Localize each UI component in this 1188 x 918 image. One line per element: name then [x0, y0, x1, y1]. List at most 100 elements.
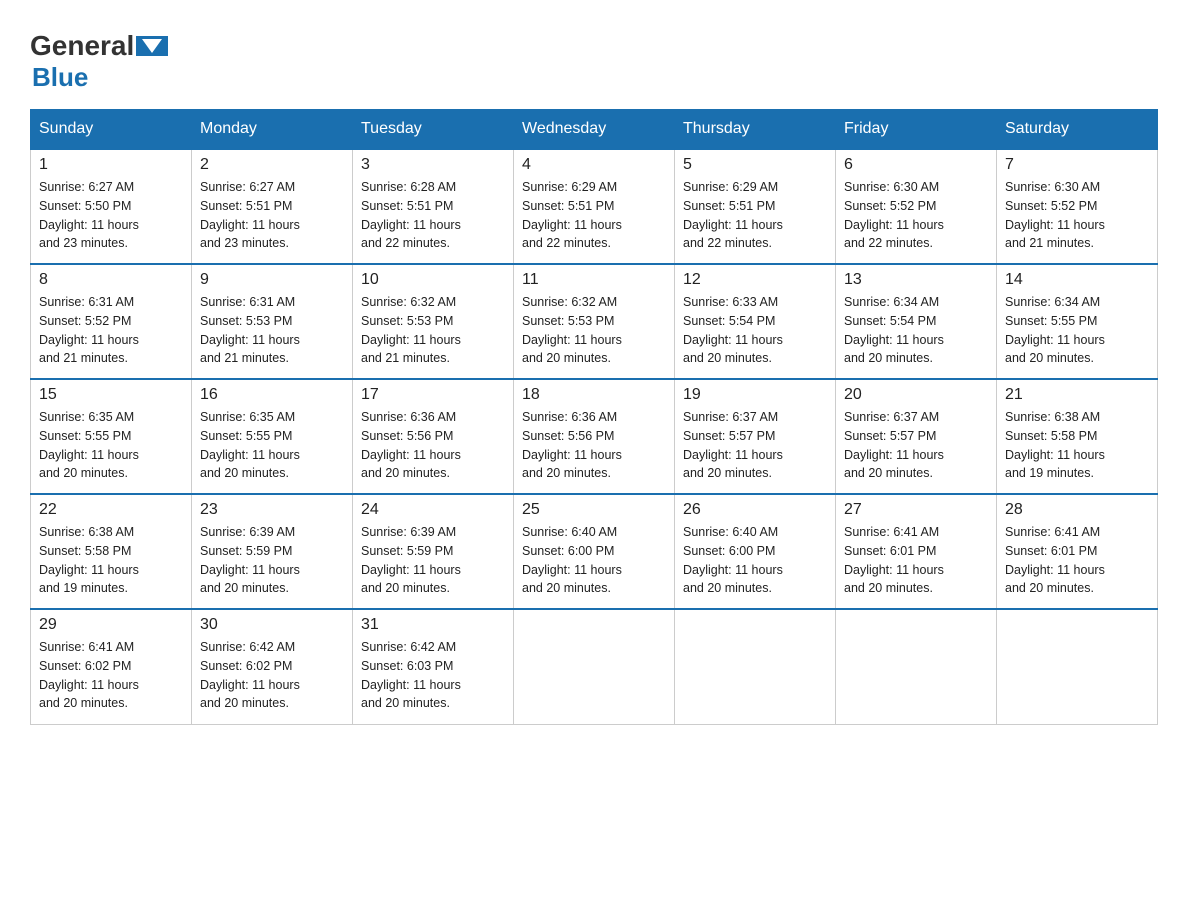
day-info: Sunrise: 6:42 AMSunset: 6:02 PMDaylight:…: [200, 640, 300, 710]
calendar-cell: 28 Sunrise: 6:41 AMSunset: 6:01 PMDaylig…: [997, 494, 1158, 609]
calendar-header-wednesday: Wednesday: [514, 110, 675, 150]
calendar-cell: 9 Sunrise: 6:31 AMSunset: 5:53 PMDayligh…: [192, 264, 353, 379]
day-info: Sunrise: 6:28 AMSunset: 5:51 PMDaylight:…: [361, 180, 461, 250]
calendar-cell: 27 Sunrise: 6:41 AMSunset: 6:01 PMDaylig…: [836, 494, 997, 609]
logo-text: General: [30, 30, 168, 62]
calendar-cell: 16 Sunrise: 6:35 AMSunset: 5:55 PMDaylig…: [192, 379, 353, 494]
day-number: 1: [39, 156, 183, 174]
calendar-cell: 20 Sunrise: 6:37 AMSunset: 5:57 PMDaylig…: [836, 379, 997, 494]
calendar-cell: [675, 609, 836, 724]
day-number: 31: [361, 616, 505, 634]
calendar-cell: 10 Sunrise: 6:32 AMSunset: 5:53 PMDaylig…: [353, 264, 514, 379]
day-info: Sunrise: 6:38 AMSunset: 5:58 PMDaylight:…: [39, 525, 139, 595]
day-number: 6: [844, 156, 988, 174]
calendar-cell: 13 Sunrise: 6:34 AMSunset: 5:54 PMDaylig…: [836, 264, 997, 379]
calendar-cell: 18 Sunrise: 6:36 AMSunset: 5:56 PMDaylig…: [514, 379, 675, 494]
calendar-header-row: SundayMondayTuesdayWednesdayThursdayFrid…: [31, 110, 1158, 150]
day-number: 25: [522, 501, 666, 519]
day-info: Sunrise: 6:27 AMSunset: 5:51 PMDaylight:…: [200, 180, 300, 250]
calendar-cell: 1 Sunrise: 6:27 AMSunset: 5:50 PMDayligh…: [31, 149, 192, 264]
calendar-cell: 14 Sunrise: 6:34 AMSunset: 5:55 PMDaylig…: [997, 264, 1158, 379]
calendar-cell: 22 Sunrise: 6:38 AMSunset: 5:58 PMDaylig…: [31, 494, 192, 609]
day-info: Sunrise: 6:37 AMSunset: 5:57 PMDaylight:…: [683, 410, 783, 480]
day-number: 9: [200, 271, 344, 289]
calendar-week-row: 15 Sunrise: 6:35 AMSunset: 5:55 PMDaylig…: [31, 379, 1158, 494]
calendar-cell: 6 Sunrise: 6:30 AMSunset: 5:52 PMDayligh…: [836, 149, 997, 264]
calendar-cell: 4 Sunrise: 6:29 AMSunset: 5:51 PMDayligh…: [514, 149, 675, 264]
calendar-cell: [997, 609, 1158, 724]
day-info: Sunrise: 6:40 AMSunset: 6:00 PMDaylight:…: [522, 525, 622, 595]
day-number: 2: [200, 156, 344, 174]
calendar-cell: 25 Sunrise: 6:40 AMSunset: 6:00 PMDaylig…: [514, 494, 675, 609]
day-number: 17: [361, 386, 505, 404]
calendar-header-monday: Monday: [192, 110, 353, 150]
calendar-cell: 23 Sunrise: 6:39 AMSunset: 5:59 PMDaylig…: [192, 494, 353, 609]
day-info: Sunrise: 6:39 AMSunset: 5:59 PMDaylight:…: [200, 525, 300, 595]
day-info: Sunrise: 6:31 AMSunset: 5:52 PMDaylight:…: [39, 295, 139, 365]
day-info: Sunrise: 6:35 AMSunset: 5:55 PMDaylight:…: [200, 410, 300, 480]
day-info: Sunrise: 6:34 AMSunset: 5:54 PMDaylight:…: [844, 295, 944, 365]
day-info: Sunrise: 6:41 AMSunset: 6:02 PMDaylight:…: [39, 640, 139, 710]
calendar-week-row: 22 Sunrise: 6:38 AMSunset: 5:58 PMDaylig…: [31, 494, 1158, 609]
day-number: 16: [200, 386, 344, 404]
logo-general: General: [30, 30, 134, 62]
calendar-cell: 12 Sunrise: 6:33 AMSunset: 5:54 PMDaylig…: [675, 264, 836, 379]
calendar-cell: 15 Sunrise: 6:35 AMSunset: 5:55 PMDaylig…: [31, 379, 192, 494]
day-info: Sunrise: 6:42 AMSunset: 6:03 PMDaylight:…: [361, 640, 461, 710]
day-number: 23: [200, 501, 344, 519]
day-number: 24: [361, 501, 505, 519]
calendar-cell: 7 Sunrise: 6:30 AMSunset: 5:52 PMDayligh…: [997, 149, 1158, 264]
day-number: 7: [1005, 156, 1149, 174]
calendar-week-row: 1 Sunrise: 6:27 AMSunset: 5:50 PMDayligh…: [31, 149, 1158, 264]
calendar-header-friday: Friday: [836, 110, 997, 150]
calendar-cell: 2 Sunrise: 6:27 AMSunset: 5:51 PMDayligh…: [192, 149, 353, 264]
day-number: 29: [39, 616, 183, 634]
day-info: Sunrise: 6:35 AMSunset: 5:55 PMDaylight:…: [39, 410, 139, 480]
day-info: Sunrise: 6:29 AMSunset: 5:51 PMDaylight:…: [522, 180, 622, 250]
calendar-cell: 19 Sunrise: 6:37 AMSunset: 5:57 PMDaylig…: [675, 379, 836, 494]
day-number: 20: [844, 386, 988, 404]
day-info: Sunrise: 6:41 AMSunset: 6:01 PMDaylight:…: [844, 525, 944, 595]
day-info: Sunrise: 6:36 AMSunset: 5:56 PMDaylight:…: [361, 410, 461, 480]
calendar-cell: 5 Sunrise: 6:29 AMSunset: 5:51 PMDayligh…: [675, 149, 836, 264]
day-number: 28: [1005, 501, 1149, 519]
calendar-cell: [836, 609, 997, 724]
calendar-week-row: 29 Sunrise: 6:41 AMSunset: 6:02 PMDaylig…: [31, 609, 1158, 724]
day-info: Sunrise: 6:38 AMSunset: 5:58 PMDaylight:…: [1005, 410, 1105, 480]
day-number: 3: [361, 156, 505, 174]
day-number: 10: [361, 271, 505, 289]
day-number: 5: [683, 156, 827, 174]
calendar-cell: 3 Sunrise: 6:28 AMSunset: 5:51 PMDayligh…: [353, 149, 514, 264]
calendar-cell: 29 Sunrise: 6:41 AMSunset: 6:02 PMDaylig…: [31, 609, 192, 724]
day-number: 11: [522, 271, 666, 289]
logo: General Blue: [30, 30, 168, 93]
calendar-cell: 11 Sunrise: 6:32 AMSunset: 5:53 PMDaylig…: [514, 264, 675, 379]
day-info: Sunrise: 6:34 AMSunset: 5:55 PMDaylight:…: [1005, 295, 1105, 365]
day-info: Sunrise: 6:33 AMSunset: 5:54 PMDaylight:…: [683, 295, 783, 365]
calendar-cell: 24 Sunrise: 6:39 AMSunset: 5:59 PMDaylig…: [353, 494, 514, 609]
calendar-cell: 21 Sunrise: 6:38 AMSunset: 5:58 PMDaylig…: [997, 379, 1158, 494]
calendar-header-saturday: Saturday: [997, 110, 1158, 150]
day-number: 14: [1005, 271, 1149, 289]
day-number: 27: [844, 501, 988, 519]
calendar-header-thursday: Thursday: [675, 110, 836, 150]
day-info: Sunrise: 6:40 AMSunset: 6:00 PMDaylight:…: [683, 525, 783, 595]
day-number: 22: [39, 501, 183, 519]
day-number: 15: [39, 386, 183, 404]
day-info: Sunrise: 6:30 AMSunset: 5:52 PMDaylight:…: [1005, 180, 1105, 250]
day-number: 12: [683, 271, 827, 289]
calendar-cell: 17 Sunrise: 6:36 AMSunset: 5:56 PMDaylig…: [353, 379, 514, 494]
day-number: 21: [1005, 386, 1149, 404]
calendar-header-sunday: Sunday: [31, 110, 192, 150]
day-number: 8: [39, 271, 183, 289]
logo-blue-box: [136, 36, 168, 56]
calendar-cell: 8 Sunrise: 6:31 AMSunset: 5:52 PMDayligh…: [31, 264, 192, 379]
day-number: 26: [683, 501, 827, 519]
page-header: General Blue: [30, 20, 1158, 93]
day-info: Sunrise: 6:39 AMSunset: 5:59 PMDaylight:…: [361, 525, 461, 595]
calendar-cell: 30 Sunrise: 6:42 AMSunset: 6:02 PMDaylig…: [192, 609, 353, 724]
day-number: 30: [200, 616, 344, 634]
day-info: Sunrise: 6:32 AMSunset: 5:53 PMDaylight:…: [522, 295, 622, 365]
day-info: Sunrise: 6:27 AMSunset: 5:50 PMDaylight:…: [39, 180, 139, 250]
calendar-week-row: 8 Sunrise: 6:31 AMSunset: 5:52 PMDayligh…: [31, 264, 1158, 379]
